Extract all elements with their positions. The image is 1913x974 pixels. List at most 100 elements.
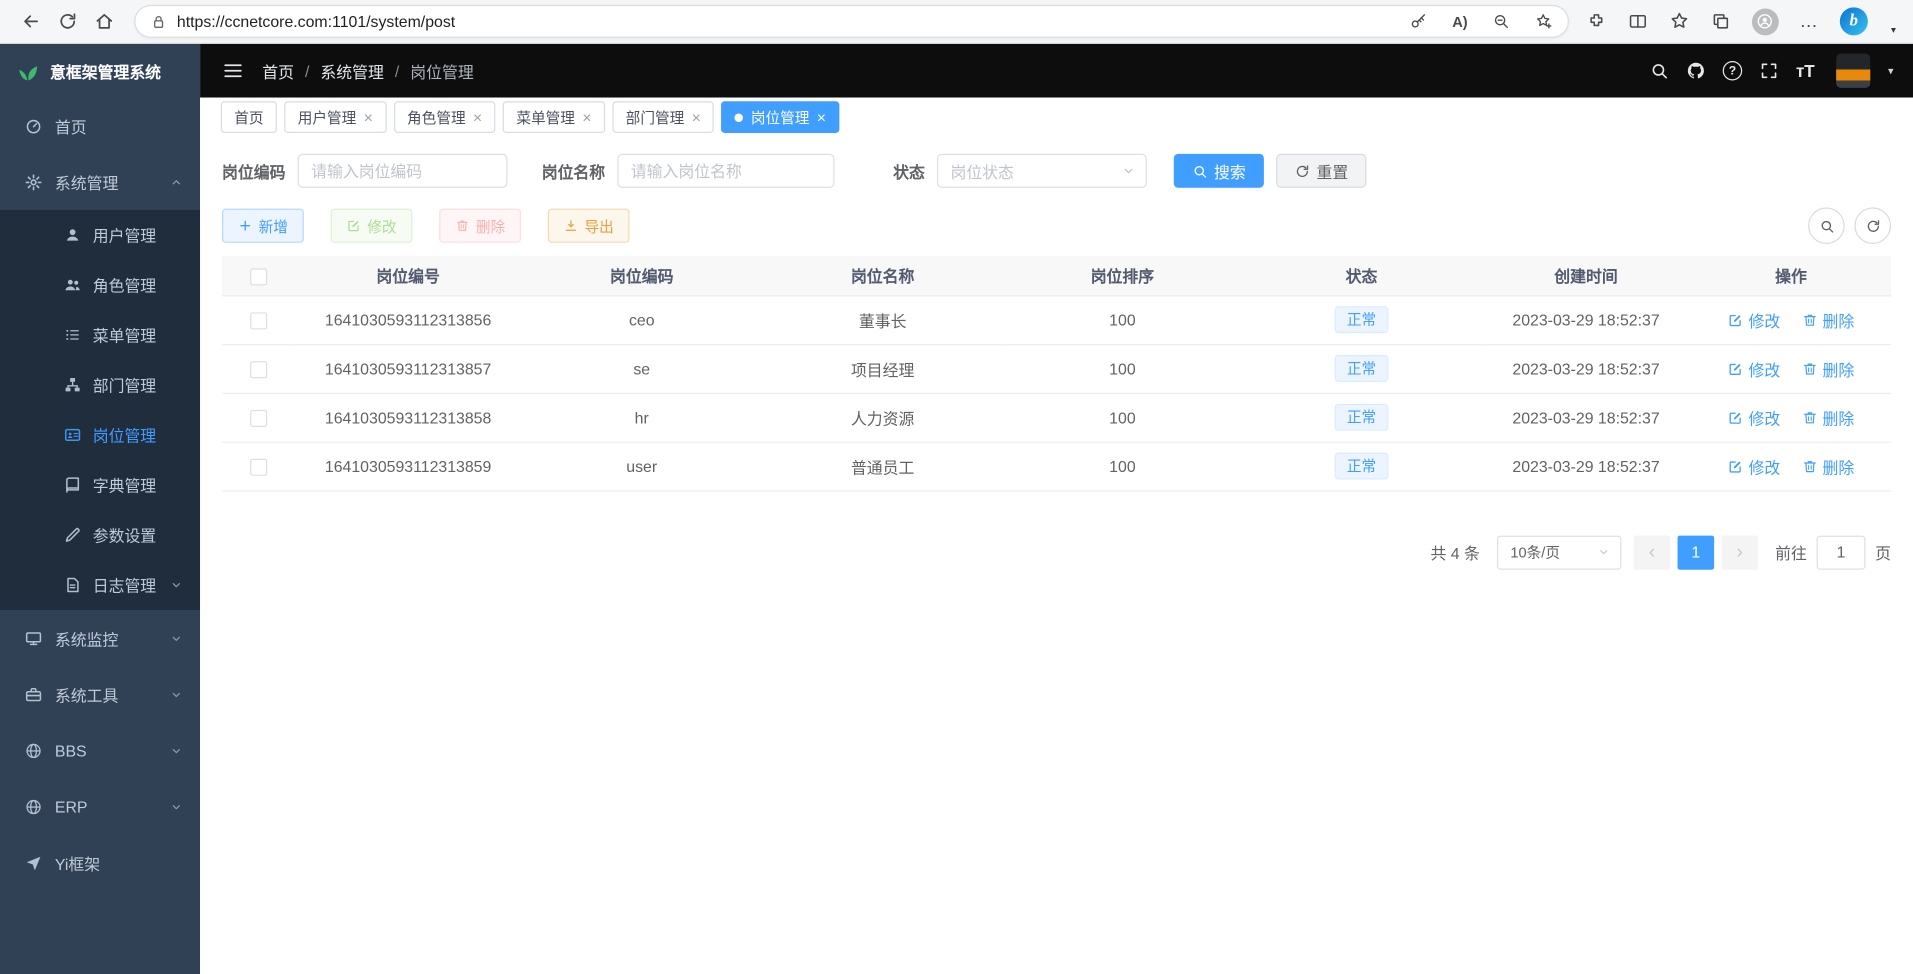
tab-department-management[interactable]: 部门管理 × — [612, 101, 714, 133]
post-code-input[interactable] — [298, 154, 508, 188]
prev-page-button[interactable] — [1634, 535, 1671, 569]
sidebar-item-department-management[interactable]: 部门管理 — [0, 360, 200, 410]
row-checkbox[interactable] — [250, 312, 267, 329]
trash-icon — [1802, 458, 1818, 474]
breadcrumb-home[interactable]: 首页 — [262, 59, 294, 82]
password-key-icon[interactable] — [1410, 12, 1428, 30]
row-edit-link[interactable]: 修改 — [1728, 406, 1780, 429]
sidebar-item-yi-framework[interactable]: Yi框架 — [0, 835, 200, 891]
sidebar-item-parameter-settings[interactable]: 参数设置 — [0, 510, 200, 560]
trash-icon — [1802, 409, 1818, 425]
close-tab-icon[interactable]: × — [364, 109, 373, 125]
add-favorite-icon[interactable] — [1535, 12, 1553, 30]
user-icon — [63, 226, 81, 244]
fullscreen-icon[interactable] — [1759, 61, 1779, 81]
breadcrumb-system[interactable]: 系统管理 — [320, 59, 383, 82]
edit-icon — [347, 218, 362, 233]
book-icon — [63, 476, 81, 494]
row-checkbox[interactable] — [250, 458, 267, 475]
chevron-down-icon — [170, 578, 183, 591]
row-edit-link[interactable]: 修改 — [1728, 308, 1780, 331]
home-icon — [93, 11, 114, 32]
row-checkbox[interactable] — [250, 410, 267, 427]
header-search-icon[interactable] — [1650, 61, 1670, 81]
read-aloud-icon[interactable]: A) — [1452, 13, 1467, 30]
close-tab-icon[interactable]: × — [473, 109, 482, 125]
address-bar[interactable]: https://ccnetcore.com:1101/system/post A… — [134, 5, 1569, 38]
current-page-button[interactable]: 1 — [1678, 535, 1715, 569]
plus-icon — [238, 218, 253, 233]
post-name-input[interactable] — [617, 154, 834, 188]
avatar-caret-icon[interactable]: ▾ — [1888, 64, 1894, 77]
refresh-table-button[interactable] — [1854, 207, 1891, 244]
browser-back-button[interactable] — [12, 4, 49, 38]
row-delete-link[interactable]: 删除 — [1802, 357, 1854, 380]
bing-caret-icon[interactable]: ▾ — [1891, 24, 1896, 35]
sidebar-item-role-management[interactable]: 角色管理 — [0, 260, 200, 310]
close-tab-icon[interactable]: × — [817, 109, 826, 125]
tab-user-management[interactable]: 用户管理 × — [284, 101, 386, 133]
extensions-icon[interactable] — [1586, 11, 1607, 32]
sidebar-item-post-management[interactable]: 岗位管理 — [0, 410, 200, 460]
tab-role-management[interactable]: 角色管理 × — [394, 101, 496, 133]
sidebar-item-menu-management[interactable]: 菜单管理 — [0, 310, 200, 360]
cell-post-name: 人力资源 — [763, 393, 1003, 442]
split-screen-icon[interactable] — [1628, 11, 1649, 32]
search-button[interactable]: 搜索 — [1174, 154, 1264, 188]
close-tab-icon[interactable]: × — [582, 109, 591, 125]
help-icon[interactable]: ? — [1723, 61, 1743, 81]
reset-button[interactable]: 重置 — [1276, 154, 1366, 188]
add-button[interactable]: 新增 — [222, 209, 304, 243]
sidebar-item-system-management[interactable]: 系统管理 — [0, 154, 200, 210]
tab-menu-management[interactable]: 菜单管理 × — [503, 101, 605, 133]
browser-chrome: https://ccnetcore.com:1101/system/post A… — [0, 0, 1913, 44]
next-page-button[interactable] — [1721, 535, 1758, 569]
tab-home[interactable]: 首页 — [221, 101, 277, 133]
user-avatar[interactable] — [1837, 54, 1871, 88]
github-icon[interactable] — [1686, 61, 1706, 81]
sidebar-item-dict-management[interactable]: 字典管理 — [0, 460, 200, 510]
toggle-search-button[interactable] — [1808, 207, 1845, 244]
row-edit-link[interactable]: 修改 — [1728, 357, 1780, 380]
row-delete-link[interactable]: 删除 — [1802, 406, 1854, 429]
zoom-out-icon[interactable] — [1492, 12, 1510, 30]
collections-icon[interactable] — [1710, 11, 1731, 32]
col-actions: 操作 — [1691, 256, 1891, 295]
tab-post-management[interactable]: 岗位管理 × — [722, 101, 840, 133]
browser-home-button[interactable] — [85, 4, 122, 38]
sidebar: 意框架管理系统 首页 系统管理 用户管理 — [0, 44, 200, 974]
status-select[interactable]: 岗位状态 — [937, 154, 1147, 188]
breadcrumb-separator: / — [395, 62, 399, 80]
row-delete-link[interactable]: 删除 — [1802, 308, 1854, 331]
sidebar-item-user-management[interactable]: 用户管理 — [0, 210, 200, 260]
sidebar-item-log-management[interactable]: 日志管理 — [0, 560, 200, 610]
goto-page-input[interactable] — [1817, 535, 1866, 569]
page-unit-label: 页 — [1875, 540, 1891, 563]
page-size-select[interactable]: 10条/页 — [1497, 535, 1621, 569]
collapse-sidebar-icon[interactable] — [222, 60, 244, 82]
font-size-icon[interactable]: тT — [1796, 61, 1815, 81]
edit-button[interactable]: 修改 — [331, 209, 413, 243]
select-all-checkbox[interactable] — [250, 268, 267, 285]
refresh-icon — [1295, 163, 1311, 179]
browser-profile-avatar[interactable] — [1752, 8, 1779, 35]
browser-refresh-button[interactable] — [49, 4, 86, 38]
close-tab-icon[interactable]: × — [692, 109, 701, 125]
url-text[interactable]: https://ccnetcore.com:1101/system/post — [177, 12, 1410, 30]
browser-menu-icon[interactable]: … — [1800, 11, 1820, 32]
row-delete-link[interactable]: 删除 — [1802, 454, 1854, 477]
favorites-icon[interactable] — [1669, 11, 1690, 32]
sidebar-item-system-monitor[interactable]: 系统监控 — [0, 610, 200, 666]
export-button[interactable]: 导出 — [548, 209, 630, 243]
status-label: 状态 — [893, 159, 925, 182]
delete-button[interactable]: 删除 — [439, 209, 521, 243]
row-checkbox[interactable] — [250, 361, 267, 378]
bing-chat-icon[interactable]: b — [1840, 7, 1868, 35]
active-tab-dot — [735, 113, 744, 122]
sidebar-item-bbs[interactable]: BBS — [0, 722, 200, 778]
sidebar-item-system-tools[interactable]: 系统工具 — [0, 666, 200, 722]
row-edit-link[interactable]: 修改 — [1728, 454, 1780, 477]
org-tree-icon — [63, 376, 81, 394]
sidebar-item-erp[interactable]: ERP — [0, 778, 200, 834]
sidebar-item-home[interactable]: 首页 — [0, 98, 200, 154]
